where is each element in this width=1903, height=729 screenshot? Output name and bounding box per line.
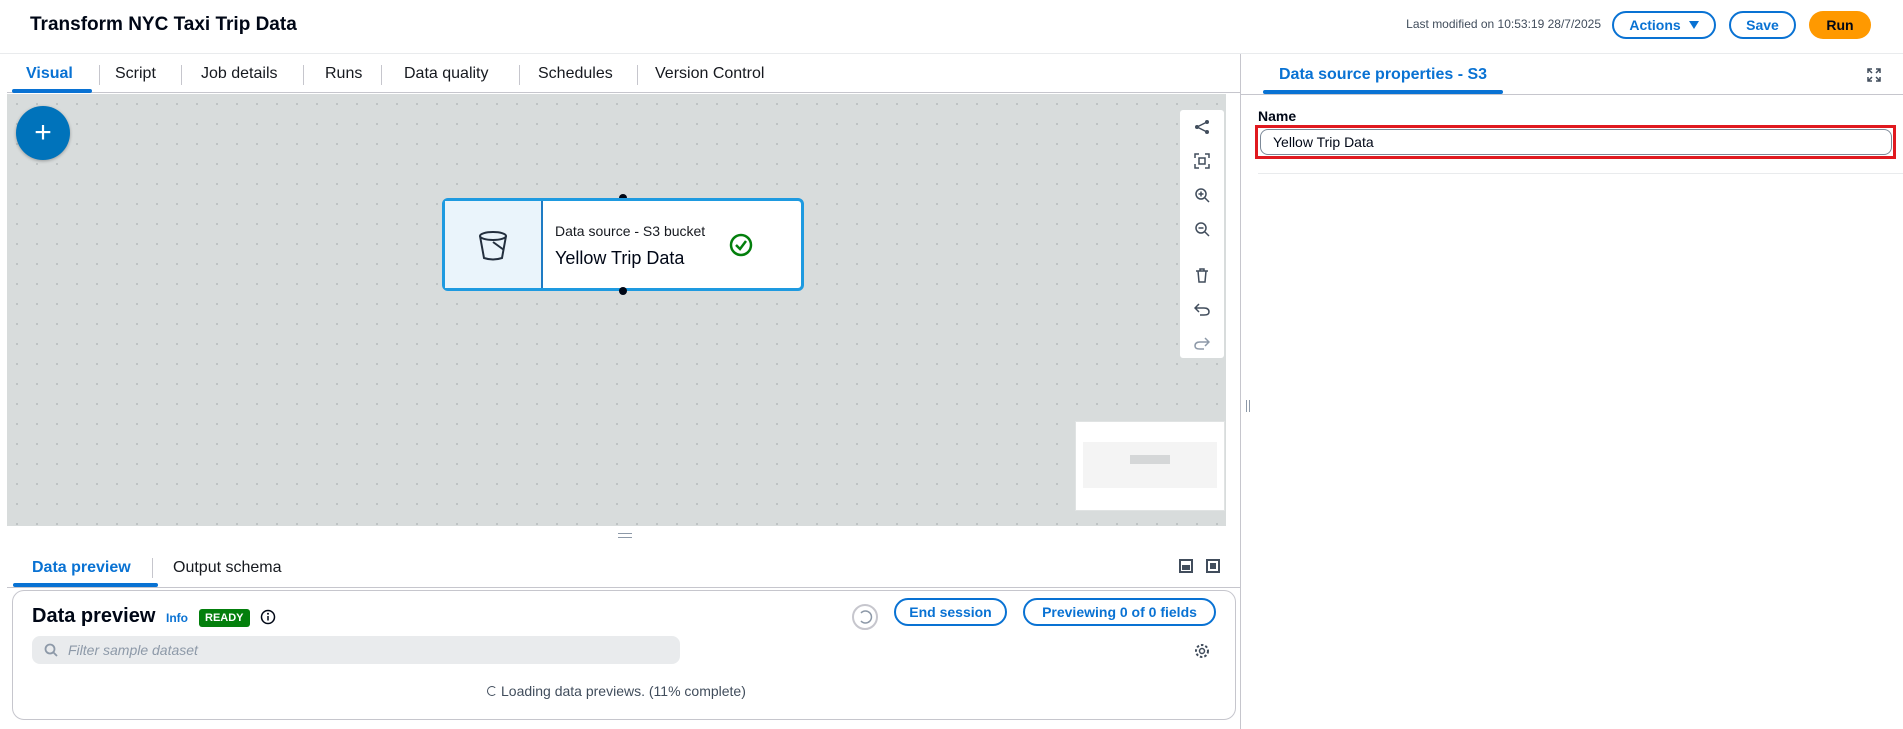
job-tabs: Visual Script Job details Runs Data qual… <box>7 55 1240 93</box>
divider <box>1258 173 1903 174</box>
save-button[interactable]: Save <box>1729 11 1796 39</box>
search-icon <box>44 643 58 657</box>
divider <box>1241 94 1903 95</box>
node-icon-box <box>445 201 543 288</box>
visual-canvas[interactable] <box>7 94 1226 526</box>
tab-separator <box>181 65 182 85</box>
app-header: Transform NYC Taxi Trip Data Last modifi… <box>0 0 1903 54</box>
node-subtitle: Data source - S3 bucket <box>555 223 706 239</box>
minimap-node <box>1130 455 1170 464</box>
tab-separator <box>152 558 153 578</box>
source-node[interactable]: Data source - S3 bucket Yellow Trip Data <box>442 198 804 291</box>
tab-runs[interactable]: Runs <box>325 65 362 83</box>
tab-data-preview[interactable]: Data preview <box>32 559 131 577</box>
info-link[interactable]: Info <box>166 611 188 625</box>
zoom-in-icon[interactable] <box>1191 184 1213 206</box>
filter-placeholder: Filter sample dataset <box>68 642 198 658</box>
redo-icon[interactable] <box>1191 332 1213 354</box>
minimap-viewport <box>1083 442 1217 488</box>
bucket-icon <box>479 230 507 260</box>
add-node-button[interactable]: + <box>16 106 70 160</box>
status-badge: READY <box>199 609 250 627</box>
actions-label: Actions <box>1629 17 1681 33</box>
tab-separator <box>303 65 304 85</box>
divider <box>7 587 1240 588</box>
tab-data-quality[interactable]: Data quality <box>404 65 489 83</box>
zoom-out-icon[interactable] <box>1191 218 1213 240</box>
last-modified-text: Last modified on 10:53:19 28/7/2025 <box>1406 17 1601 31</box>
name-input[interactable]: Yellow Trip Data <box>1260 129 1892 155</box>
page-title: Transform NYC Taxi Trip Data <box>30 14 297 35</box>
bottom-tabs: Data preview Output schema <box>7 545 1226 587</box>
tab-output-schema[interactable]: Output schema <box>173 559 282 577</box>
filter-input[interactable]: Filter sample dataset <box>32 636 680 664</box>
properties-panel: Data source properties - S3 Name Yellow … <box>1241 54 1903 729</box>
loading-text: Loading data previews. (11% complete) <box>501 683 746 699</box>
tab-job-details[interactable]: Job details <box>201 65 278 83</box>
tab-version-control[interactable]: Version Control <box>655 65 764 83</box>
active-tab-indicator <box>12 89 92 93</box>
maximize-panel-icon[interactable] <box>1206 559 1220 573</box>
tab-separator <box>637 65 638 85</box>
data-preview-title: Data preview <box>32 605 156 627</box>
loading-status: Loading data previews. (11% complete) <box>487 683 746 699</box>
check-circle-icon <box>729 233 753 257</box>
tab-script[interactable]: Script <box>115 65 156 83</box>
info-circle-icon[interactable] <box>260 609 276 625</box>
tab-visual[interactable]: Visual <box>26 65 73 83</box>
panel-title[interactable]: Data source properties - S3 <box>1279 66 1487 84</box>
resize-handle[interactable] <box>618 533 632 538</box>
tab-separator <box>381 65 382 85</box>
end-session-button[interactable]: End session <box>894 598 1007 626</box>
name-label: Name <box>1258 108 1297 124</box>
caret-down-icon <box>1688 21 1699 29</box>
actions-button[interactable]: Actions <box>1612 11 1716 39</box>
data-preview-panel: Data preview Info READY End session Prev… <box>12 590 1236 720</box>
undo-icon[interactable] <box>1191 298 1213 320</box>
node-name: Yellow Trip Data <box>555 248 685 268</box>
spinner-icon <box>852 604 878 630</box>
loading-spinner-icon <box>487 686 497 696</box>
gear-icon[interactable] <box>1194 643 1210 659</box>
split-view-icon[interactable] <box>1179 559 1193 573</box>
run-button[interactable]: Run <box>1809 11 1871 39</box>
fit-view-icon[interactable] <box>1191 150 1213 172</box>
tab-schedules[interactable]: Schedules <box>538 65 613 83</box>
expand-icon[interactable] <box>1867 68 1881 82</box>
tab-separator <box>519 65 520 85</box>
canvas-minimap[interactable] <box>1075 421 1225 511</box>
previewing-fields-button[interactable]: Previewing 0 of 0 fields <box>1023 598 1216 626</box>
tab-separator <box>99 65 100 85</box>
delete-icon[interactable] <box>1191 264 1213 286</box>
canvas-toolbar <box>1180 110 1224 358</box>
layout-icon[interactable] <box>1191 116 1213 138</box>
node-output-port[interactable] <box>619 287 627 295</box>
